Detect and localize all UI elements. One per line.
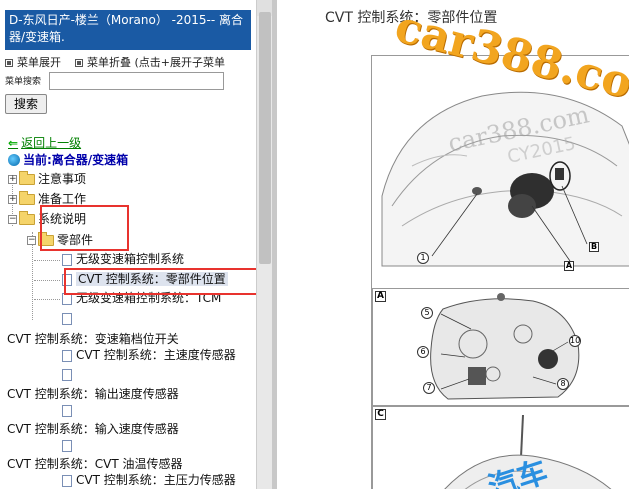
folder-icon <box>19 191 35 205</box>
component-location-figure: 1 A B A 5 6 7 8 10 C <box>371 55 629 489</box>
tree-doc-blank[interactable] <box>62 437 76 454</box>
tree-connector <box>34 280 60 281</box>
left-navigation-panel: D-东风日产-楼兰（Morano） -2015-- 离合器/变速箱. 菜单展开 … <box>0 0 256 489</box>
figure-panel-c: C <box>372 406 629 489</box>
list-item[interactable]: CVT 控制系统：变速箱档位开关 <box>7 330 179 347</box>
transmission-illustration <box>430 293 580 400</box>
search-input[interactable] <box>49 72 224 90</box>
callout-7: 7 <box>423 382 435 394</box>
document-icon <box>62 474 72 487</box>
tree-connector <box>34 260 60 261</box>
tree-doc-blank[interactable] <box>62 402 76 419</box>
callout-6: 6 <box>417 346 429 358</box>
menu-collapse-label: 菜单折叠 (点击+展开子菜单 <box>87 56 226 69</box>
highlight-box-system-components <box>40 205 129 251</box>
figure-panel-a: A 5 6 7 8 10 <box>372 288 629 406</box>
sensor-detail-illustration <box>444 414 612 489</box>
collapse-toggle-icon[interactable]: − <box>27 236 36 245</box>
current-location-label: 当前:离合器/变速箱 <box>23 153 129 167</box>
list-item[interactable]: CVT 控制系统：输入速度传感器 <box>7 420 179 437</box>
globe-icon <box>8 154 20 166</box>
document-icon <box>62 439 72 452</box>
expand-toggle-icon[interactable]: + <box>8 195 17 204</box>
search-label: 菜单搜索 <box>5 77 42 87</box>
tree-node-precautions[interactable]: + 注意事项 <box>8 171 86 188</box>
tree-doc-blank[interactable] <box>62 366 76 383</box>
menu-expand-control[interactable]: 菜单展开 <box>5 56 61 69</box>
app-window: D-东风日产-楼兰（Morano） -2015-- 离合器/变速箱. 菜单展开 … <box>0 0 629 489</box>
tree-node-label: 准备工作 <box>38 192 87 206</box>
document-title-bar: D-东风日产-楼兰（Morano） -2015-- 离合器/变速箱. <box>5 10 251 50</box>
scrollbar-thumb[interactable] <box>259 12 271 264</box>
back-arrow-icon: ⇐ <box>8 136 19 150</box>
document-icon <box>62 312 72 325</box>
folder-open-icon <box>19 211 35 225</box>
list-item[interactable]: CVT 控制系统：CVT 油温传感器 <box>7 455 182 472</box>
document-view-panel: CVT 控制系统：零部件位置 1 A B A 5 6 7 8 10 C car3… <box>277 0 629 489</box>
tree-doc-label: CVT 控制系统：主速度传感器 <box>76 348 236 362</box>
callout-5: 5 <box>421 307 433 319</box>
tree-node-label: 注意事项 <box>38 172 87 186</box>
folder-icon <box>19 171 35 185</box>
left-panel-scrollbar[interactable] <box>256 0 273 489</box>
callout-10: 10 <box>569 335 581 347</box>
highlight-box-selected-doc <box>64 268 256 295</box>
tree-connector <box>34 299 60 300</box>
document-heading: CVT 控制系统：零部件位置 <box>325 10 498 26</box>
tree-doc-primary-pressure-sensor[interactable]: CVT 控制系统：主压力传感器 <box>62 472 236 489</box>
menu-expand-label: 菜单展开 <box>17 56 61 69</box>
callout-1: 1 <box>417 252 429 264</box>
document-icon <box>62 253 72 266</box>
tree-doc-primary-speed-sensor[interactable]: CVT 控制系统：主速度传感器 <box>62 347 236 364</box>
callout-8: 8 <box>557 378 569 390</box>
current-location: 当前:离合器/变速箱 <box>8 151 128 168</box>
document-icon <box>62 404 72 417</box>
menu-collapse-control[interactable]: 菜单折叠 (点击+展开子菜单 <box>75 56 225 69</box>
collapse-toggle-icon[interactable]: − <box>8 215 17 224</box>
tree-doc-label: CVT 控制系统：主压力传感器 <box>76 473 236 487</box>
expand-toggle-icon[interactable]: + <box>8 175 17 184</box>
tree-doc-label: 无级变速箱控制系统 <box>76 252 185 266</box>
menu-controls: 菜单展开 菜单折叠 (点击+展开子菜单 <box>5 54 255 70</box>
back-link[interactable]: ⇐ 返回上一级 <box>8 134 81 151</box>
label-a: A <box>564 261 574 271</box>
expand-icon <box>5 59 13 67</box>
collapse-icon <box>75 59 83 67</box>
search-button[interactable]: 搜索 <box>5 94 47 114</box>
back-link-label: 返回上一级 <box>21 136 82 150</box>
document-icon <box>62 349 72 362</box>
tree-doc-blank[interactable] <box>62 310 76 327</box>
label-b: B <box>589 242 599 252</box>
document-icon <box>62 368 72 381</box>
tree-doc-cvt-control-system[interactable]: 无级变速箱控制系统 <box>62 251 184 268</box>
list-item[interactable]: CVT 控制系统：输出速度传感器 <box>7 385 179 402</box>
